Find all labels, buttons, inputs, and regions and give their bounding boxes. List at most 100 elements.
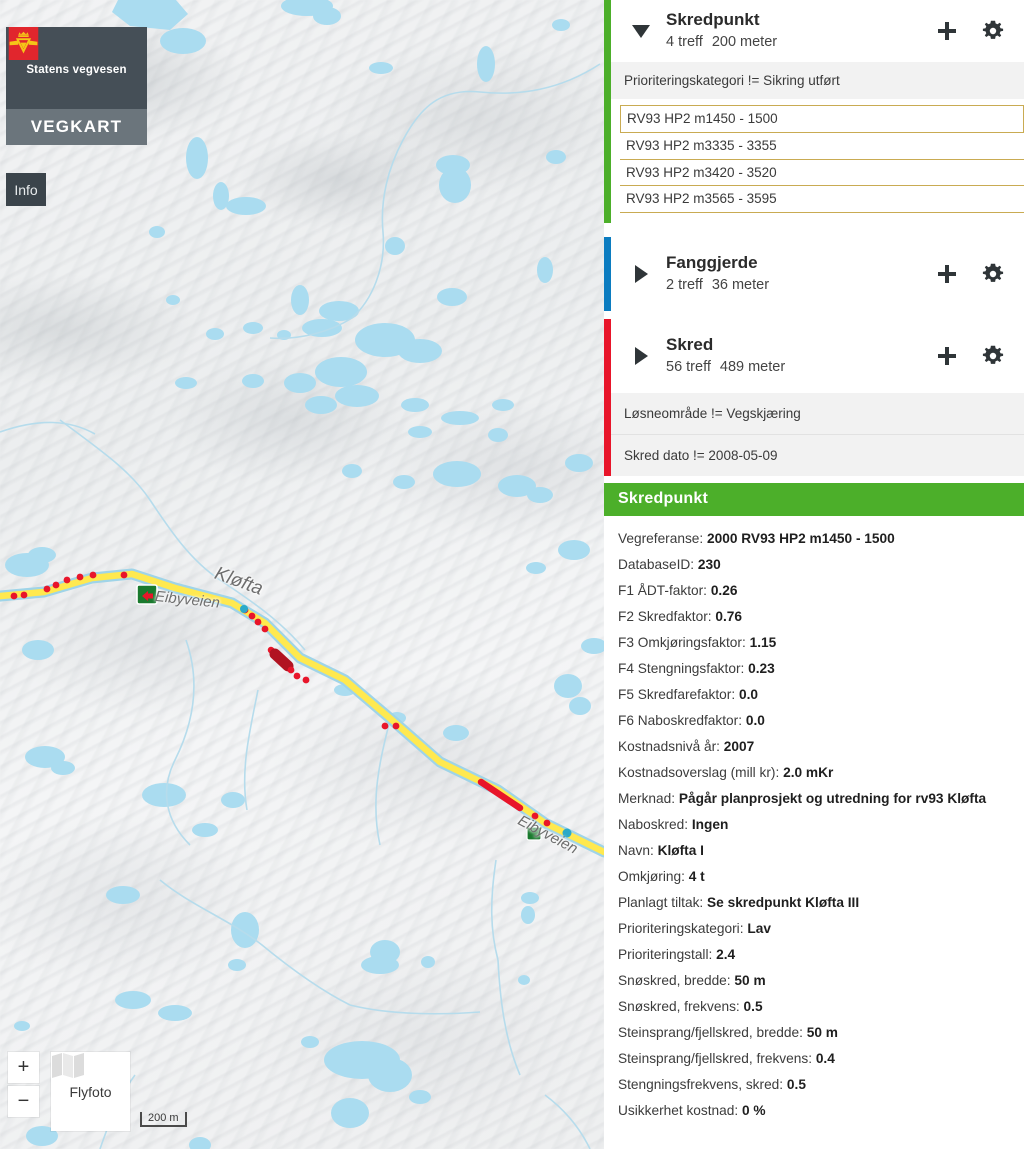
brand-app-name-bar: VEGKART	[6, 109, 147, 145]
object-length: 36 meter	[711, 276, 770, 293]
panel-gap	[604, 223, 1024, 237]
zoom-out-button[interactable]: −	[8, 1086, 39, 1117]
vegkart-application: Kløfta Eibyveien Eibyveien Statens vegve…	[0, 0, 1024, 1149]
map-scale-label: 200 m	[148, 1112, 179, 1124]
detail-label: Steinsprang/fjellskred, frekvens:	[618, 1050, 812, 1066]
detail-value: Ingen	[691, 816, 729, 832]
object-title: Fanggjerde	[666, 252, 758, 272]
detail-row: F4 Stengningsfaktor: 0.23	[618, 656, 1010, 682]
brand-org-name: Statens vegvesen	[26, 64, 127, 76]
skredpunkt-highlight	[269, 648, 294, 672]
object-actions-fanggjerde	[936, 263, 1010, 285]
object-header-skred[interactable]: Skred 56 treff 489 meter	[604, 319, 1024, 393]
object-title: Skredpunkt	[666, 10, 760, 29]
detail-value: 2.0 mKr	[783, 764, 834, 780]
road-rv93	[0, 570, 604, 856]
detail-value: Pågår planprosjekt og utredning for rv93…	[678, 790, 987, 806]
object-card-skred: Skred 56 treff 489 meter Løsneområde != …	[604, 318, 1024, 476]
detail-value: 4 t	[688, 868, 705, 884]
object-title: Skred	[666, 334, 714, 354]
detail-label: F2 Skredfaktor:	[618, 608, 712, 624]
plus-icon[interactable]	[936, 263, 958, 285]
object-header-skredpunkt[interactable]: Skredpunkt 4 treff 200 meter	[604, 0, 1024, 62]
detail-row: Omkjøring: 4 t	[618, 864, 1010, 890]
object-length: 489 meter	[719, 358, 786, 375]
detail-label: F6 Naboskredfaktor:	[618, 712, 743, 728]
detail-panel-title: Skredpunkt	[618, 489, 709, 507]
object-actions-skred	[936, 345, 1010, 367]
object-subtitle: 4 treff 200 meter	[666, 32, 936, 53]
detail-row: F2 Skredfaktor: 0.76	[618, 604, 1010, 630]
filter-chip[interactable]: Prioriteringskategori != Sikring utført	[604, 62, 1024, 99]
map-scale-bar: 200 m	[140, 1112, 187, 1127]
detail-row: Planlagt tiltak: Se skredpunkt Kløfta II…	[618, 890, 1010, 916]
panel-gap	[604, 476, 1024, 483]
brand-logo-box[interactable]: Statens vegvesen VEGKART	[6, 27, 147, 145]
zoom-controls: + −	[8, 1052, 39, 1117]
filter-zone-skredpunkt: Prioriteringskategori != Sikring utført	[604, 62, 1024, 99]
detail-row: Kostnadsoverslag (mill kr): 2.0 mKr	[618, 760, 1010, 786]
filter-chip[interactable]: Skred dato != 2008-05-09	[604, 433, 1024, 476]
object-titles-fanggjerde: Fanggjerde 2 treff 36 meter	[654, 252, 936, 296]
chevron-right-icon[interactable]	[628, 264, 654, 283]
basemap-flyfoto-button[interactable]: Flyfoto	[51, 1052, 130, 1131]
road-sign-marker	[136, 584, 158, 605]
detail-label: DatabaseID:	[618, 556, 695, 572]
chevron-right-icon[interactable]	[628, 346, 654, 365]
detail-row: F3 Omkjøringsfaktor: 1.15	[618, 630, 1010, 656]
detail-row: Snøskred, bredde: 50 m	[618, 968, 1010, 994]
zoom-in-button[interactable]: +	[8, 1052, 39, 1083]
result-list-skredpunkt: RV93 HP2 m1450 - 1500 RV93 HP2 m3335 - 3…	[604, 99, 1024, 223]
filter-zone-skred: Løsneområde != Vegskjæring Skred dato !=…	[604, 392, 1024, 476]
info-button[interactable]: Info	[6, 173, 46, 206]
result-item[interactable]: RV93 HP2 m1450 - 1500	[620, 105, 1024, 133]
detail-value: 0.23	[748, 660, 775, 676]
object-actions-skredpunkt	[936, 20, 1010, 42]
detail-label: Planlagt tiltak:	[618, 894, 704, 910]
object-header-fanggjerde[interactable]: Fanggjerde 2 treff 36 meter	[604, 237, 1024, 311]
detail-label: Omkjøring:	[618, 868, 685, 884]
filter-chip[interactable]: Løsneområde != Vegskjæring	[604, 393, 1024, 434]
detail-row: F6 Naboskredfaktor: 0.0	[618, 708, 1010, 734]
detail-label: Kostnadsnivå år:	[618, 738, 720, 754]
result-item[interactable]: RV93 HP2 m3335 - 3355	[620, 133, 1024, 160]
detail-value: 0.0	[738, 686, 758, 702]
detail-row: Vegreferanse: 2000 RV93 HP2 m1450 - 1500	[618, 526, 1010, 552]
gear-icon[interactable]	[982, 20, 1004, 42]
detail-label: Snøskred, bredde:	[618, 972, 731, 988]
gear-icon[interactable]	[982, 345, 1004, 367]
plus-icon[interactable]	[936, 345, 958, 367]
detail-value: 0.4	[815, 1050, 835, 1066]
detail-label: Navn:	[618, 842, 654, 858]
detail-value: 0.5	[743, 998, 763, 1014]
map-canvas[interactable]: Kløfta Eibyveien Eibyveien Statens vegve…	[0, 0, 604, 1149]
result-item[interactable]: RV93 HP2 m3565 - 3595	[620, 186, 1024, 213]
detail-label: Merknad:	[618, 790, 676, 806]
detail-value: 2000 RV93 HP2 m1450 - 1500	[707, 530, 895, 546]
detail-row: Merknad: Pågår planprosjekt og utredning…	[618, 786, 1010, 812]
map-fold-icon	[52, 1053, 84, 1078]
detail-row: Stengningsfrekvens, skred: 0.5	[618, 1072, 1010, 1098]
brand-app-name: VEGKART	[30, 117, 123, 136]
detail-row: F1 ÅDT-faktor: 0.26	[618, 578, 1010, 604]
detail-value: 0.76	[715, 608, 743, 624]
detail-label: F1 ÅDT-faktor:	[618, 582, 707, 598]
detail-label: Prioriteringstall:	[618, 946, 713, 962]
chevron-down-icon[interactable]	[628, 24, 654, 38]
object-hits: 56 treff	[666, 358, 711, 375]
object-card-skredpunkt: Skredpunkt 4 treff 200 meter Prioriterin…	[604, 0, 1024, 223]
object-titles-skred: Skred 56 treff 489 meter	[654, 334, 936, 378]
panel-gap	[604, 311, 1024, 319]
detail-value: 1.15	[749, 634, 777, 650]
detail-row: Navn: Kløfta I	[618, 838, 1010, 864]
detail-label: Vegreferanse:	[618, 530, 704, 546]
detail-row: Prioriteringskategori: Lav	[618, 916, 1010, 942]
gear-icon[interactable]	[982, 263, 1004, 285]
detail-label: Stengningsfrekvens, skred:	[618, 1076, 784, 1092]
plus-icon[interactable]	[936, 20, 958, 42]
result-item[interactable]: RV93 HP2 m3420 - 3520	[620, 160, 1024, 186]
detail-row: Steinsprang/fjellskred, bredde: 50 m	[618, 1020, 1010, 1046]
object-subtitle: 2 treff 36 meter	[666, 275, 936, 296]
detail-panel-body: Vegreferanse: 2000 RV93 HP2 m1450 - 1500…	[604, 515, 1024, 1124]
detail-row: F5 Skredfarefaktor: 0.0	[618, 682, 1010, 708]
